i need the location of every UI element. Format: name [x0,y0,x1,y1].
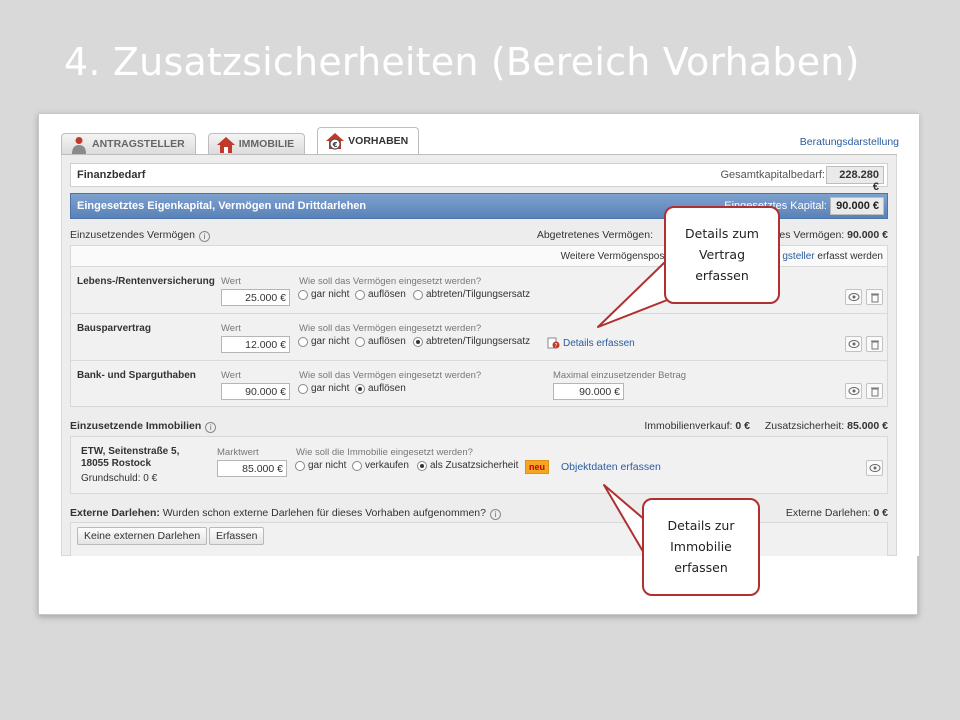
callout-line: Details zur [667,518,735,533]
callout-line: erfassen [674,560,728,575]
callout-vertrag: Details zum Vertrag erfassen [664,206,780,304]
callout-line: Vertrag [698,247,746,262]
callout-line: erfassen [695,268,749,283]
callout-line: Immobilie [670,539,732,554]
callout-immobilie: Details zur Immobilie erfassen [642,498,760,596]
callout-line: Details zum [685,226,759,241]
callout-pointers [597,261,681,561]
